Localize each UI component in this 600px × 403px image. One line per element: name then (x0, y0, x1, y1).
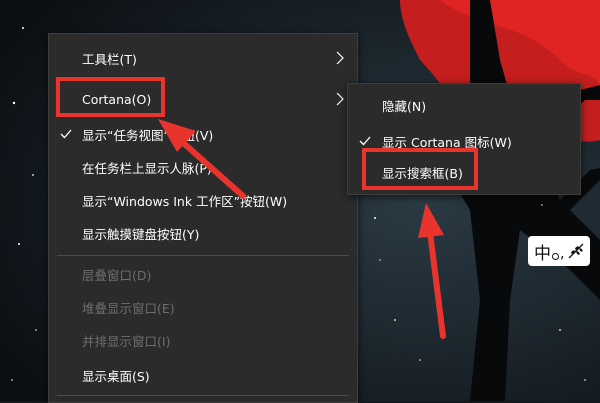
check-icon (359, 136, 371, 146)
submenu-item-hidden[interactable]: 隐藏(N) (348, 90, 580, 120)
menu-item-touch-keyboard-button[interactable]: 显示触摸键盘按钮(Y) (49, 218, 357, 248)
menu-item-stack-windows: 堆叠显示窗口(E) (49, 292, 357, 322)
menu-item-label: 显示“任务视图”按钮(V) (82, 127, 214, 143)
cortana-submenu: 隐藏(N) 显示 Cortana 图标(W) 显示搜索框(B) (347, 83, 581, 195)
menu-item-label: 堆叠显示窗口(E) (82, 300, 175, 316)
menu-item-side-by-side-windows: 并排显示窗口(I) (49, 325, 357, 355)
menu-item-label: 显示 Cortana 图标(W) (382, 134, 512, 150)
menu-item-label: 并排显示窗口(I) (82, 333, 171, 349)
menu-item-label: 层叠窗口(D) (82, 267, 152, 283)
menu-item-windows-ink-button[interactable]: 显示“Windows Ink 工作区”按钮(W) (49, 185, 357, 215)
ime-halfwidth-icon (552, 252, 559, 260)
menu-separator (57, 255, 349, 256)
taskbar-context-menu: 工具栏(T) Cortana(O) 显示“任务视图”按钮(V) 在任务栏上显示人… (48, 33, 358, 403)
menu-item-label: Cortana(O) (82, 91, 152, 107)
check-icon (60, 129, 72, 139)
menu-item-label: 显示桌面(S) (82, 368, 150, 384)
menu-item-toolbars[interactable]: 工具栏(T) (49, 43, 357, 73)
chevron-right-icon (336, 92, 344, 106)
ime-mode-label: 中 (534, 243, 551, 264)
menu-item-label: 显示搜索框(B) (382, 165, 463, 181)
submenu-item-show-search-box[interactable]: 显示搜索框(B) (348, 157, 580, 187)
menu-item-show-people[interactable]: 在任务栏上显示人脉(P) (49, 152, 357, 182)
menu-item-label: 显示触摸键盘按钮(Y) (82, 226, 200, 242)
menu-item-task-view-button[interactable]: 显示“任务视图”按钮(V) (49, 119, 357, 149)
submenu-item-show-cortana-icon[interactable]: 显示 Cortana 图标(W) (348, 126, 580, 156)
ime-indicator[interactable]: 中 , (528, 236, 590, 266)
ime-punctuation-icon: , (560, 246, 565, 262)
menu-item-cortana[interactable]: Cortana(O) (49, 84, 357, 114)
menu-item-cascade-windows: 层叠窗口(D) (49, 259, 357, 289)
ime-skin-icon (568, 243, 584, 259)
menu-separator (57, 395, 349, 396)
menu-item-show-desktop[interactable]: 显示桌面(S) (49, 360, 357, 390)
chevron-right-icon (336, 51, 344, 65)
menu-item-label: 在任务栏上显示人脉(P) (82, 160, 212, 176)
menu-item-label: 隐藏(N) (382, 98, 427, 114)
menu-item-label: 显示“Windows Ink 工作区”按钮(W) (82, 193, 288, 209)
menu-item-label: 工具栏(T) (82, 51, 137, 67)
